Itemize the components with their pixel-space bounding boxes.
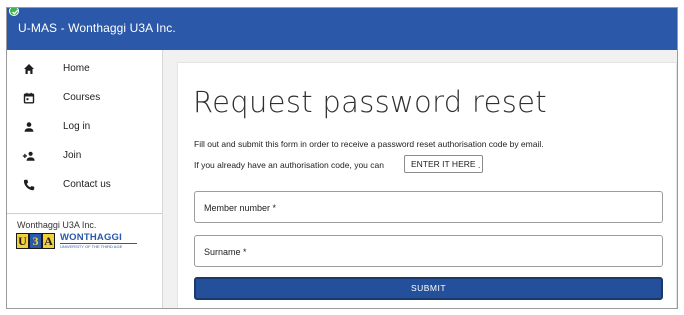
app-title: U-MAS - Wonthaggi U3A Inc.: [18, 21, 176, 35]
sidebar-item-label: Home: [63, 63, 90, 74]
logo-letter: A: [42, 233, 55, 249]
person-icon: [22, 120, 36, 134]
reset-form-card: Request password reset Fill out and subm…: [177, 62, 677, 308]
sidebar-item-log-in[interactable]: Log in: [7, 115, 162, 141]
sidebar-item-home[interactable]: Home: [7, 57, 162, 83]
logo-name: WONTHAGGI: [60, 232, 122, 243]
top-app-bar: U-MAS - Wonthaggi U3A Inc.: [7, 8, 677, 50]
page-title: Request password reset: [193, 85, 547, 119]
code-prompt: If you already have an authorisation cod…: [194, 160, 384, 170]
logo-subtitle: UNIVERSITY OF THE THIRD AGE: [60, 244, 123, 249]
sidebar-item-label: Log in: [63, 121, 91, 132]
enter-code-button[interactable]: ENTER IT HERE: [404, 155, 483, 173]
home-icon: [22, 62, 36, 76]
sidebar-item-label: Join: [63, 150, 82, 161]
logo-letter: U: [16, 233, 29, 249]
logo-letter: 3: [29, 233, 42, 249]
submit-button[interactable]: SUBMIT: [194, 277, 663, 300]
calendar-icon: [22, 91, 36, 105]
sidebar: Home Courses Log in Join Contact us Wont…: [7, 50, 163, 308]
sidebar-item-contact-us[interactable]: Contact us: [7, 173, 162, 199]
member-number-field[interactable]: Member number *: [194, 191, 663, 223]
member-number-label: Member number *: [204, 203, 277, 213]
sidebar-item-label: Courses: [63, 92, 101, 103]
surname-label: Surname *: [204, 247, 247, 257]
surname-field[interactable]: Surname *: [194, 235, 663, 267]
sidebar-item-label: Contact us: [63, 179, 111, 190]
code-prompt-end: .: [478, 160, 481, 170]
sidebar-divider: [7, 213, 162, 214]
form-description: Fill out and submit this form in order t…: [194, 139, 544, 149]
sidebar-item-courses[interactable]: Courses: [7, 86, 162, 112]
phone-icon: [22, 178, 36, 192]
sidebar-item-join[interactable]: Join: [7, 144, 162, 170]
status-check-icon: [9, 8, 19, 16]
u3a-wonthaggi-logo: U 3 A WONTHAGGI UNIVERSITY OF THE THIRD …: [16, 233, 147, 250]
organisation-name: Wonthaggi U3A Inc.: [17, 220, 97, 230]
person-add-icon: [22, 149, 36, 163]
app-window: U-MAS - Wonthaggi U3A Inc. Home Courses …: [6, 7, 678, 309]
